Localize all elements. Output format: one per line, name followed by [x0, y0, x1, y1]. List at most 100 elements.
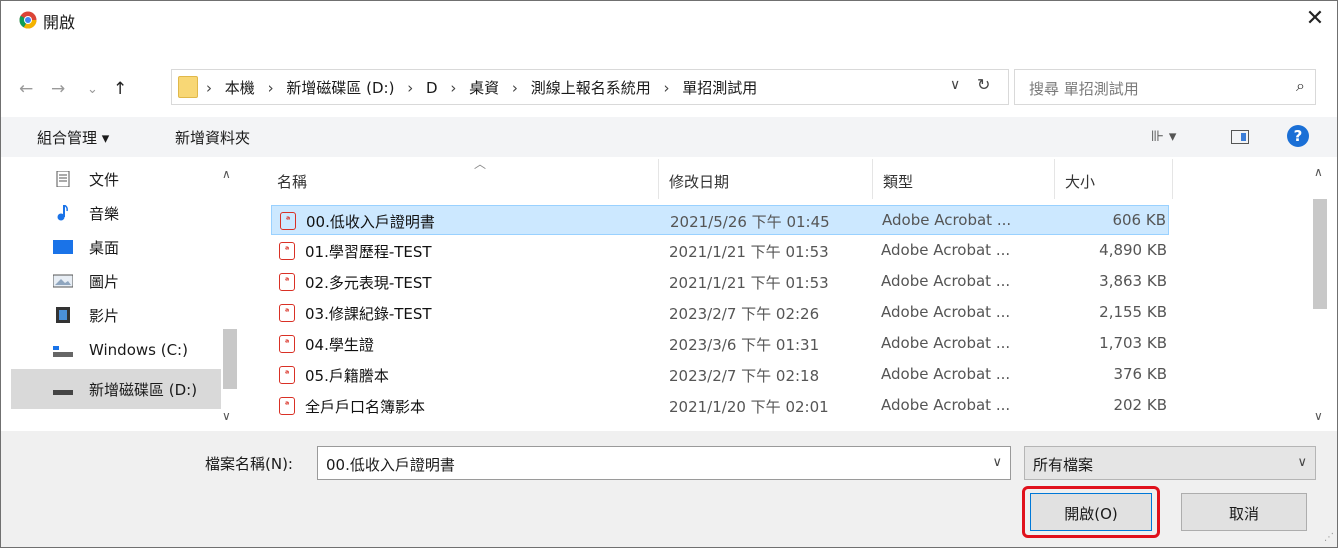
- new-folder-button[interactable]: 新增資料夾: [175, 127, 250, 148]
- file-row[interactable]: ᵃ 02.多元表現-TEST 2021/1/21 下午 01:53 Adobe …: [271, 267, 1169, 297]
- file-date: 2021/1/21 下午 01:53: [669, 274, 829, 292]
- breadcrumb-separator: ›: [450, 79, 457, 97]
- pdf-file-icon: ᵃ: [279, 304, 295, 322]
- breadcrumb-item[interactable]: 測線上報名系統用: [531, 79, 651, 97]
- sidebar-item-videos[interactable]: 影片: [11, 299, 221, 331]
- pictures-icon: [53, 274, 73, 288]
- address-bar[interactable]: › 本機 › 新增磁碟區 (D:) › D › 桌資 › 測線上報名系統用 › …: [171, 69, 1009, 105]
- sidebar-item-label: 文件: [89, 171, 120, 189]
- desktop-icon: [53, 240, 73, 254]
- file-row[interactable]: ᵃ 01.學習歷程-TEST 2021/1/21 下午 01:53 Adobe …: [271, 236, 1169, 266]
- file-name: 05.戶籍謄本: [305, 367, 389, 385]
- column-header-type[interactable]: 類型: [873, 159, 1055, 199]
- column-label: 修改日期: [669, 173, 730, 191]
- column-header-date[interactable]: 修改日期: [659, 159, 873, 199]
- scroll-down-icon[interactable]: ∨: [1314, 409, 1323, 423]
- file-name: 01.學習歷程-TEST: [305, 243, 432, 261]
- close-button[interactable]: ✕: [1293, 1, 1337, 37]
- help-icon[interactable]: ?: [1287, 125, 1309, 147]
- forward-arrow-icon[interactable]: →: [51, 79, 65, 99]
- scroll-down-icon[interactable]: ∨: [222, 409, 231, 423]
- scroll-up-icon[interactable]: ∧: [222, 167, 231, 181]
- open-file-dialog: 開啟 ✕ ← → ⌄ ↑ › 本機 › 新增磁碟區 (D:) › D › 桌資 …: [0, 0, 1338, 548]
- file-name: 00.低收入戶證明書: [306, 213, 435, 231]
- pdf-file-icon: ᵃ: [279, 366, 295, 384]
- breadcrumb-item[interactable]: D: [426, 79, 438, 97]
- videos-icon: [56, 307, 70, 323]
- file-type: Adobe Acrobat ...: [881, 334, 1011, 352]
- column-header-name[interactable]: 名稱 ︿: [267, 157, 659, 199]
- sidebar-item-pictures[interactable]: 圖片: [11, 265, 221, 297]
- breadcrumb-separator: ›: [511, 79, 518, 97]
- file-date: 2023/2/7 下午 02:18: [669, 367, 820, 385]
- view-options-button[interactable]: ⊪ ▾: [1151, 127, 1176, 145]
- file-row[interactable]: ᵃ 全戶戶口名簿影本 2021/1/20 下午 02:01 Adobe Acro…: [271, 391, 1169, 421]
- sidebar-item-label: 影片: [89, 307, 120, 325]
- filename-dropdown-icon[interactable]: ∨: [992, 455, 1002, 470]
- file-date: 2023/3/6 下午 01:31: [669, 336, 820, 354]
- music-icon: [57, 205, 68, 221]
- file-row[interactable]: ᵃ 00.低收入戶證明書 2021/5/26 下午 01:45 Adobe Ac…: [271, 205, 1169, 235]
- address-dropdown-icon[interactable]: ∨: [950, 77, 960, 93]
- breadcrumb-separator: ›: [267, 79, 274, 97]
- sidebar-item-music[interactable]: 音樂: [11, 197, 221, 229]
- file-type: Adobe Acrobat ...: [882, 211, 1012, 229]
- organize-menu-button[interactable]: 組合管理 ▾: [37, 127, 109, 148]
- pdf-file-icon: ᵃ: [279, 273, 295, 291]
- column-label: 名稱: [277, 173, 308, 191]
- dialog-title: 開啟: [43, 13, 76, 32]
- sidebar-item-documents[interactable]: 文件: [11, 163, 221, 195]
- recent-locations-icon[interactable]: ⌄: [87, 82, 98, 97]
- filename-input[interactable]: 00.低收入戶證明書 ∨: [317, 446, 1011, 480]
- sidebar-item-label: Windows (C:): [89, 341, 188, 359]
- column-label: 大小: [1065, 173, 1096, 191]
- file-size: 606 KB: [1112, 211, 1166, 229]
- file-size: 202 KB: [1113, 396, 1167, 414]
- preview-pane-icon[interactable]: [1231, 130, 1249, 144]
- up-arrow-icon[interactable]: ↑: [113, 79, 127, 99]
- file-row[interactable]: ᵃ 03.修課紀錄-TEST 2023/2/7 下午 02:26 Adobe A…: [271, 298, 1169, 328]
- sidebar-item-label: 音樂: [89, 205, 120, 223]
- search-input[interactable]: 搜尋 單招測試用 ⌕: [1014, 69, 1316, 105]
- sidebar-item-desktop[interactable]: 桌面: [11, 231, 221, 263]
- file-size: 3,863 KB: [1099, 272, 1167, 290]
- drive-icon: [53, 346, 73, 357]
- column-header-size[interactable]: 大小: [1055, 159, 1173, 199]
- resize-grip-icon[interactable]: ⋰: [1324, 532, 1334, 543]
- sidebar-item-label: 圖片: [89, 273, 120, 291]
- folder-icon: [178, 76, 198, 98]
- breadcrumb-item[interactable]: 單招測試用: [682, 79, 757, 97]
- dialog-footer: 檔案名稱(N): 00.低收入戶證明書 ∨ 所有檔案 ∨ 開啟(O) 取消 ⋰: [1, 431, 1337, 547]
- refresh-icon[interactable]: ↻: [977, 75, 990, 94]
- cancel-button[interactable]: 取消: [1181, 493, 1307, 531]
- back-arrow-icon[interactable]: ←: [19, 79, 33, 99]
- sidebar-item-drive-c[interactable]: Windows (C:): [11, 335, 221, 367]
- breadcrumb-item[interactable]: 桌資: [469, 79, 499, 97]
- chrome-icon: [19, 11, 37, 29]
- file-row[interactable]: ᵃ 04.學生證 2023/3/6 下午 01:31 Adobe Acrobat…: [271, 329, 1169, 359]
- file-type: Adobe Acrobat ...: [881, 396, 1011, 414]
- file-row[interactable]: ᵃ 05.戶籍謄本 2023/2/7 下午 02:18 Adobe Acroba…: [271, 360, 1169, 390]
- breadcrumb-item[interactable]: 本機: [225, 79, 255, 97]
- sort-ascending-icon: ︿: [474, 157, 487, 171]
- file-type-select[interactable]: 所有檔案 ∨: [1024, 446, 1316, 480]
- sidebar-item-drive-d[interactable]: 新增磁碟區 (D:): [11, 369, 221, 409]
- scrollbar-thumb[interactable]: [223, 329, 237, 389]
- title-bar: 開啟 ✕: [1, 1, 1337, 37]
- file-list-scrollbar[interactable]: ∧ ∨: [1307, 159, 1333, 429]
- search-placeholder: 搜尋 單招測試用: [1029, 80, 1139, 98]
- breadcrumb-separator: ›: [663, 79, 670, 97]
- drive-icon: [53, 390, 73, 395]
- file-date: 2021/1/20 下午 02:01: [669, 398, 829, 416]
- breadcrumb-item[interactable]: 新增磁碟區 (D:): [286, 79, 394, 97]
- scrollbar-thumb[interactable]: [1313, 199, 1327, 309]
- file-name: 04.學生證: [305, 336, 374, 354]
- file-type-value: 所有檔案: [1033, 456, 1094, 474]
- file-name: 03.修課紀錄-TEST: [305, 305, 432, 323]
- scroll-up-icon[interactable]: ∧: [1314, 165, 1323, 179]
- search-icon[interactable]: ⌕: [1296, 76, 1305, 96]
- cancel-button-label: 取消: [1228, 505, 1259, 523]
- navigation-scrollbar[interactable]: ∧ ∨: [219, 159, 241, 429]
- file-type: Adobe Acrobat ...: [881, 241, 1011, 259]
- file-type: Adobe Acrobat ...: [881, 303, 1011, 321]
